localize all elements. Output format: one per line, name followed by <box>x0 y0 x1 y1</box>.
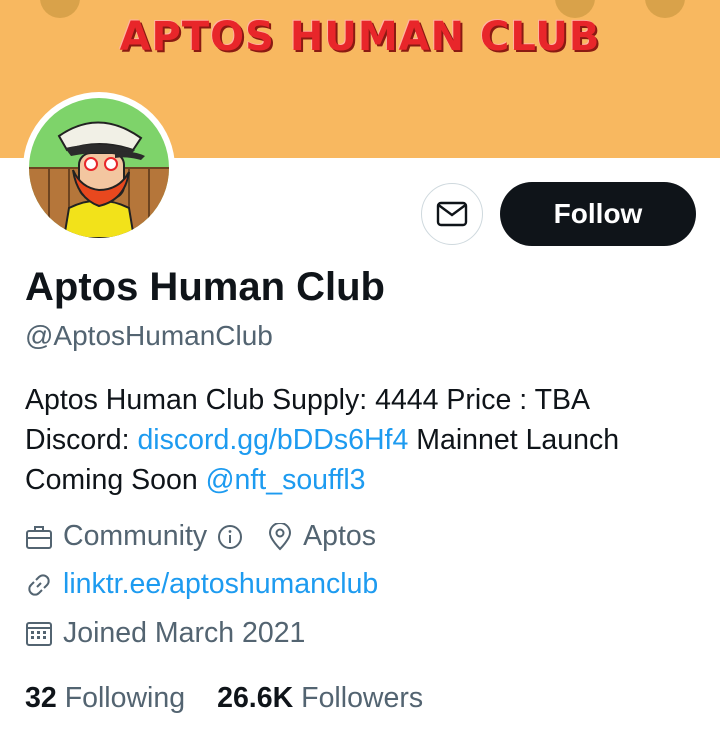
website-link[interactable]: linktr.ee/aptoshumanclub <box>63 568 378 601</box>
follow-button[interactable]: Follow <box>500 182 696 246</box>
followers-count: 26.6K <box>217 682 294 714</box>
avatar[interactable] <box>23 92 175 244</box>
profile-meta-row: Community Aptos <box>25 520 376 553</box>
discord-link[interactable]: discord.gg/bDDs6Hf4 <box>137 424 408 456</box>
message-button[interactable] <box>421 183 483 245</box>
category-item: Community <box>25 520 243 553</box>
bio-line: Aptos Human Club Supply: 4444 Price : TB… <box>25 384 591 416</box>
briefcase-icon <box>26 525 52 549</box>
link-icon <box>28 573 50 596</box>
mention-link[interactable]: @nft_souffl3 <box>206 464 366 496</box>
following-stat[interactable]: 32 Following <box>25 682 185 715</box>
location-item: Aptos <box>267 520 376 553</box>
followers-label: Followers <box>301 682 424 714</box>
location-label: Aptos <box>303 520 377 552</box>
info-icon[interactable] <box>217 524 243 550</box>
bio-text: Coming Soon <box>25 464 206 496</box>
location-pin-icon <box>269 522 292 550</box>
category-label: Community <box>63 520 208 552</box>
profile-handle: @AptosHumanClub <box>25 320 273 351</box>
following-label: Following <box>64 682 186 714</box>
calendar-icon <box>26 621 52 646</box>
envelope-icon <box>436 201 468 227</box>
profile-name: Aptos Human Club <box>25 265 385 309</box>
bio-text: Mainnet Launch <box>408 424 620 456</box>
website-row: linktr.ee/aptoshumanclub <box>25 568 378 601</box>
following-count: 32 <box>25 682 57 714</box>
joined-row: Joined March 2021 <box>25 617 305 650</box>
followers-stat[interactable]: 26.6K Followers <box>217 682 423 715</box>
joined-date: Joined March 2021 <box>63 617 306 649</box>
profile-bio: Aptos Human Club Supply: 4444 Price : TB… <box>25 380 705 500</box>
avatar-image <box>29 98 169 238</box>
bio-text: Discord: <box>25 424 138 456</box>
banner-title: APTOS HUMAN CLUB <box>119 14 601 60</box>
profile-stats: 32 Following 26.6K Followers <box>25 682 423 715</box>
